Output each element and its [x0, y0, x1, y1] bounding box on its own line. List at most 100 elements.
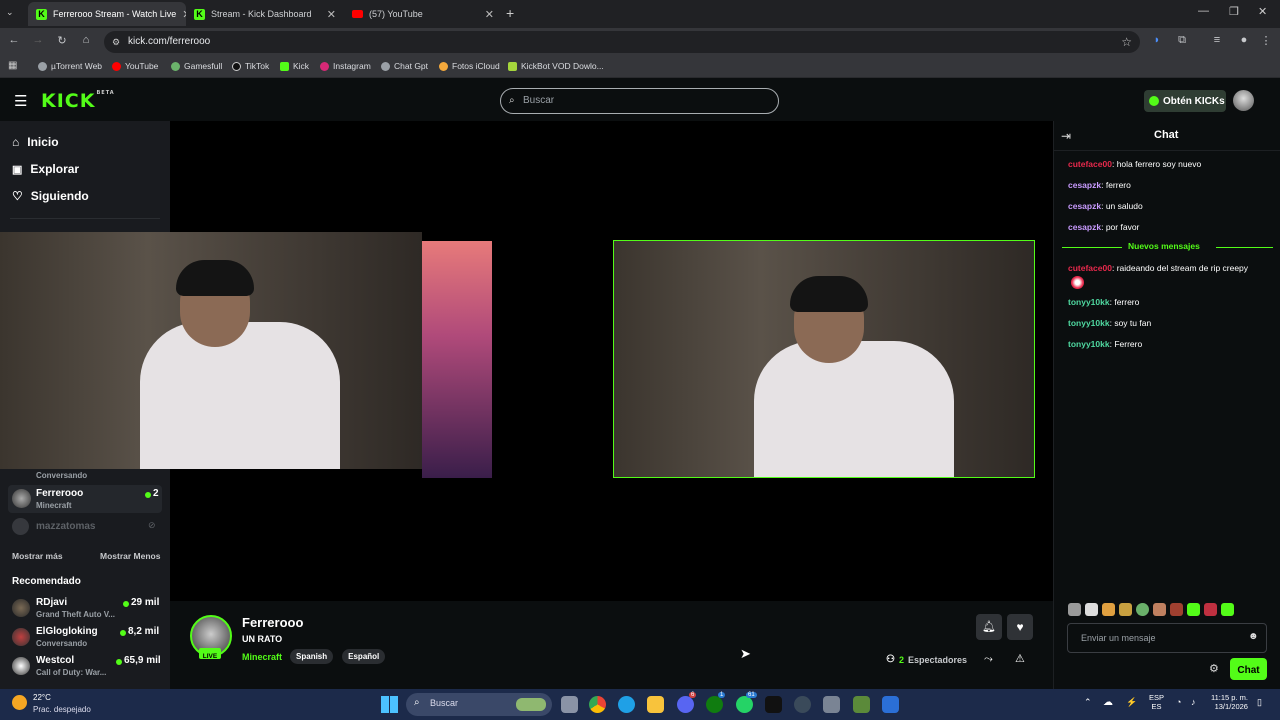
emote-icon[interactable] — [1102, 603, 1115, 616]
hamburger-menu-icon[interactable]: ☰ — [14, 92, 27, 110]
notifications-tray-icon[interactable]: ▯ — [1257, 697, 1262, 708]
send-chat-button[interactable]: Chat — [1230, 658, 1267, 680]
tab-youtube[interactable]: (57) YouTube ✕ — [344, 2, 502, 26]
window-close-button[interactable]: ✕ — [1258, 5, 1267, 18]
bookmark-kickbot[interactable]: KickBot VOD Dowlo... — [508, 61, 604, 71]
minecraft-icon[interactable] — [853, 696, 870, 713]
tab-kick-dashboard[interactable]: K Stream - Kick Dashboard ✕ — [186, 2, 344, 26]
file-explorer-icon[interactable] — [647, 696, 664, 713]
xbox-icon[interactable] — [706, 696, 723, 713]
nav-siguiendo[interactable]: ♡ Siguiendo — [12, 189, 89, 203]
calculator-icon[interactable] — [823, 696, 840, 713]
chat-username[interactable]: cesapzk — [1068, 222, 1101, 232]
emote-icon[interactable] — [1187, 603, 1200, 616]
chat-username[interactable]: cuteface00 — [1068, 159, 1112, 169]
emote-icon[interactable] — [1085, 603, 1098, 616]
report-icon[interactable]: ⚠ — [1015, 652, 1025, 665]
bookmark-tiktok[interactable]: TikTok — [232, 61, 269, 71]
edge-icon[interactable] — [618, 696, 635, 713]
notifications-button[interactable]: 🔔︎ — [976, 614, 1002, 640]
emote-icon[interactable] — [1119, 603, 1132, 616]
wifi-icon[interactable]: ◔ — [1176, 697, 1181, 707]
profile-icon[interactable]: ● — [1236, 34, 1252, 46]
kick-logo[interactable]: KICKBETA — [41, 90, 115, 112]
apps-grid-icon[interactable]: ▦ — [8, 60, 17, 71]
steam-icon[interactable] — [794, 696, 811, 713]
chrome-icon[interactable] — [589, 696, 606, 713]
clock[interactable]: 11:15 p. m. 13/1/2026 — [1211, 693, 1248, 711]
emote-icon[interactable] — [1153, 603, 1166, 616]
maximize-button[interactable]: ❐ — [1229, 5, 1239, 18]
search-input[interactable]: ⌕ Buscar — [500, 88, 779, 114]
category-link[interactable]: Minecraft — [242, 652, 282, 662]
chat-username[interactable]: tonyy10kk — [1068, 297, 1110, 307]
chat-username[interactable]: cuteface00 — [1068, 263, 1112, 273]
sidebar-channel-rdjavi[interactable]: RDjavi Grand Theft Auto V... 29 mil — [8, 595, 162, 621]
chat-message-input[interactable]: Enviar un mensaje ☻ — [1067, 623, 1267, 653]
app-icon[interactable] — [882, 696, 899, 713]
reload-icon[interactable]: ↻ — [54, 34, 70, 47]
follow-button[interactable]: ♥ — [1007, 614, 1033, 640]
back-icon[interactable]: ← — [6, 34, 22, 46]
bookmark-instagram[interactable]: Instagram — [320, 61, 371, 71]
tag-chip[interactable]: Español — [342, 649, 386, 664]
onedrive-icon[interactable]: ☁ — [1103, 697, 1113, 708]
reading-list-icon[interactable]: ≡ — [1209, 34, 1225, 46]
sidebar-channel-elglogloking[interactable]: ElGlogloking Conversando 8,2 mil — [8, 624, 162, 650]
sidebar-channel-westcol[interactable]: Westcol Call of Duty: War... 65,9 mil — [8, 653, 162, 679]
streamer-name[interactable]: Ferrerooo — [242, 615, 303, 630]
emote-icon[interactable] — [1068, 603, 1081, 616]
emoji-picker-icon[interactable]: ☻ — [1248, 631, 1259, 642]
chat-username[interactable]: cesapzk — [1068, 201, 1101, 211]
close-icon[interactable]: ✕ — [327, 8, 336, 21]
emote-icon[interactable] — [1204, 603, 1217, 616]
emote-icon[interactable] — [1221, 603, 1234, 616]
bookmark-utorrent[interactable]: µTorrent Web — [38, 61, 102, 71]
tag-chip[interactable]: Spanish — [290, 649, 334, 664]
share-icon[interactable]: ⤳ — [984, 653, 993, 666]
show-more-link[interactable]: Mostrar más — [12, 551, 63, 561]
home-icon[interactable]: ⌂ — [78, 34, 94, 46]
user-avatar[interactable] — [1233, 90, 1254, 111]
bookmark-star-icon[interactable]: ☆ — [1121, 31, 1132, 53]
emote-icon[interactable] — [1136, 603, 1149, 616]
extension-icon[interactable]: ◗ — [1149, 34, 1165, 46]
volume-icon[interactable]: ♪ — [1191, 697, 1196, 707]
sidebar-channel-mazzatomas[interactable]: mazzatomas ⊘ — [8, 517, 162, 537]
discord-icon[interactable] — [677, 696, 694, 713]
collapse-chat-icon[interactable]: ⇥ — [1061, 129, 1071, 143]
tab-search-icon[interactable]: ⌄ — [6, 7, 14, 18]
taskbar-search[interactable]: ⌕ Buscar — [406, 693, 552, 716]
chat-username[interactable]: tonyy10kk — [1068, 318, 1110, 328]
bookmark-icloud[interactable]: Fotos iCloud — [439, 61, 500, 71]
bookmark-chatgpt[interactable]: Chat Gpt — [381, 61, 428, 71]
emote-icon[interactable] — [1170, 603, 1183, 616]
bookmark-youtube[interactable]: YouTube — [112, 61, 158, 71]
get-kicks-button[interactable]: Obtén KICKs — [1144, 90, 1226, 112]
tab-kick-stream[interactable]: K Ferrerooo Stream - Watch Live ✕ — [28, 2, 186, 26]
nav-explorar[interactable]: ▣ Explorar — [12, 162, 79, 176]
windows-start-icon[interactable] — [381, 696, 398, 713]
whatsapp-icon[interactable] — [736, 696, 753, 713]
menu-dots-icon[interactable]: ⋮ — [1258, 34, 1274, 47]
tiktok-icon[interactable] — [765, 696, 782, 713]
nav-inicio[interactable]: ⌂ Inicio — [12, 135, 59, 149]
chat-settings-icon[interactable]: ⚙ — [1209, 662, 1219, 675]
extensions-puzzle-icon[interactable]: ⧉ — [1174, 34, 1190, 47]
sidebar-channel-ferrerooo[interactable]: Ferrerooo Minecraft 2 — [8, 485, 162, 513]
network-tray-icon[interactable]: ⚡ — [1126, 697, 1137, 708]
bookmark-gamesfull[interactable]: Gamesfull — [171, 61, 222, 71]
chat-username[interactable]: cesapzk — [1068, 180, 1101, 190]
show-less-link[interactable]: Mostrar Menos — [100, 551, 160, 561]
forward-icon[interactable]: → — [30, 34, 46, 46]
language-indicator[interactable]: ESP ES — [1149, 693, 1164, 711]
task-view-icon[interactable] — [561, 696, 578, 713]
address-bar[interactable]: ⚙ kick.com/ferrerooo ☆ — [104, 31, 1140, 53]
minimize-button[interactable]: — — [1198, 5, 1209, 17]
chat-username[interactable]: tonyy10kk — [1068, 339, 1110, 349]
tray-overflow-icon[interactable]: ⌃ — [1084, 697, 1092, 708]
bookmark-kick[interactable]: Kick — [280, 61, 309, 71]
site-info-icon[interactable]: ⚙ — [112, 31, 120, 53]
new-tab-button[interactable]: + — [506, 5, 514, 21]
close-icon[interactable]: ✕ — [485, 8, 494, 21]
